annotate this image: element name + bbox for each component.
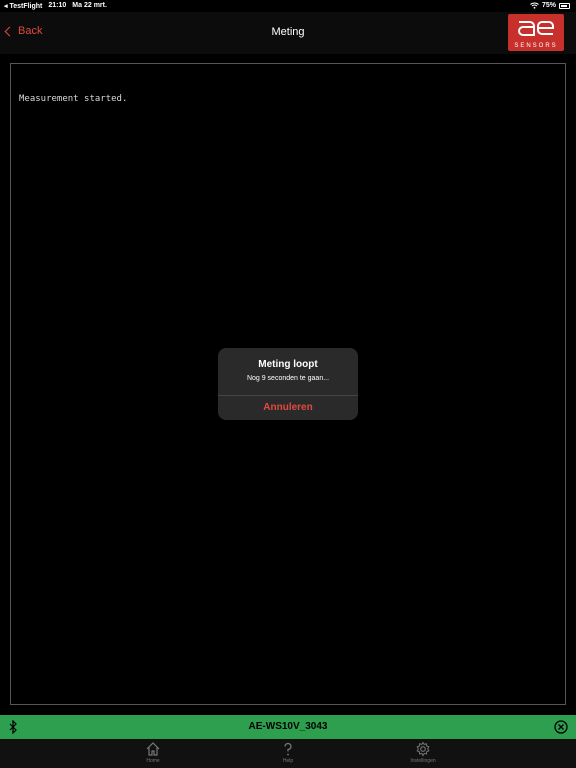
device-name: AE-WS10V_3043 xyxy=(248,721,328,732)
status-app-back[interactable]: ◂ TestFlight xyxy=(4,2,42,10)
ae-sensors-logo: SENSORS xyxy=(508,14,564,51)
logo-text: SENSORS xyxy=(514,43,558,49)
page-title: Meting xyxy=(271,26,305,38)
status-bar: ◂ TestFlight 21:10 Ma 22 mrt. 75% xyxy=(0,0,576,12)
battery-icon xyxy=(559,2,570,9)
tab-home[interactable]: Home xyxy=(123,741,183,764)
measurement-alert: Meting loopt Nog 9 seconden te gaan... A… xyxy=(218,348,358,420)
alert-title: Meting loopt xyxy=(258,359,318,370)
ae-logo-mark xyxy=(517,21,554,36)
cancel-button[interactable]: Annuleren xyxy=(218,396,358,420)
wifi-icon xyxy=(530,2,539,9)
home-icon xyxy=(146,742,160,756)
close-circle-icon[interactable] xyxy=(554,720,568,734)
console-line: Measurement started. xyxy=(19,94,128,104)
battery-percent: 75% xyxy=(541,2,556,9)
device-bar: AE-WS10V_3043 xyxy=(0,715,576,739)
tab-help[interactable]: Help xyxy=(258,741,318,764)
help-icon xyxy=(284,742,292,756)
tab-settings-label: Instellingen xyxy=(410,758,436,764)
tab-help-label: Help xyxy=(282,758,294,764)
tab-settings[interactable]: Instellingen xyxy=(393,741,453,764)
gear-icon xyxy=(416,741,430,757)
alert-message: Nog 9 seconden te gaan... xyxy=(246,375,330,382)
status-date: Ma 22 mrt. xyxy=(72,2,107,9)
tab-home-label: Home xyxy=(146,758,160,764)
status-time: 21:10 xyxy=(48,2,67,9)
tab-bar: Home Help Instellingen xyxy=(0,739,576,768)
nav-bar: Back Meting SENSORS xyxy=(0,12,576,54)
